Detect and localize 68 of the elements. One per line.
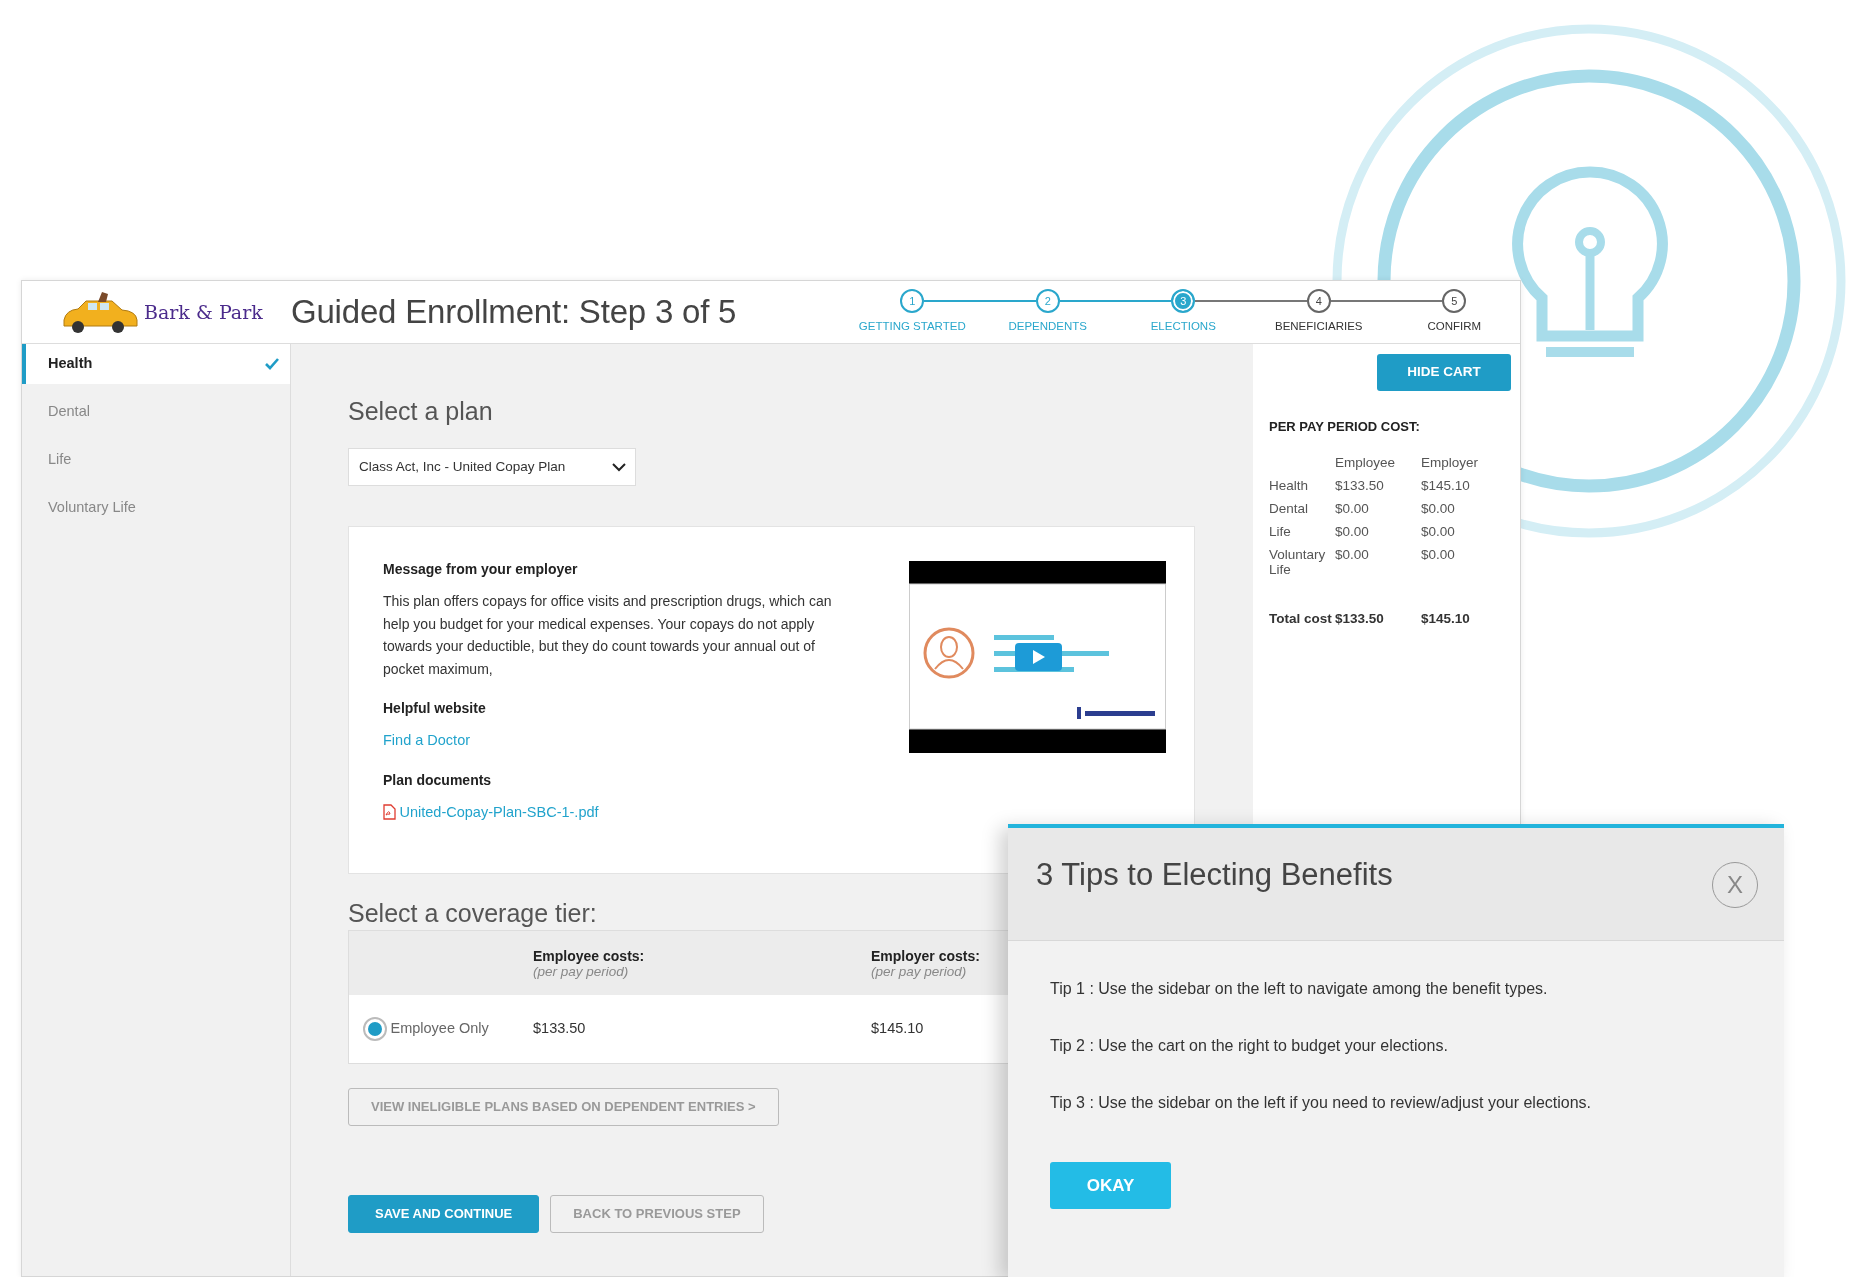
- section-heading: Select a plan: [348, 396, 494, 426]
- ineligible-plans-button[interactable]: VIEW INELIGIBLE PLANS BASED ON DEPENDENT ENTRIES >: [348, 1088, 779, 1126]
- brand-name: Bark & Park: [144, 299, 263, 325]
- cart-cell-text: $133.50: [1335, 477, 1385, 493]
- column-subtitle: (per pay period): [533, 963, 630, 979]
- radio-button[interactable]: [363, 1017, 387, 1041]
- okay-button[interactable]: OKAY: [1050, 1162, 1171, 1209]
- sidebar-item[interactable]: Life: [22, 439, 290, 480]
- table-cell: $133.50: [533, 1020, 586, 1037]
- cart-cell-text: $0.00: [1335, 523, 1370, 539]
- cart-row-label: Health: [1269, 477, 1310, 493]
- step-label[interactable]: ELECTIONS: [1150, 317, 1216, 336]
- cart-cell-text: $0.00: [1421, 546, 1456, 564]
- card-heading: Plan documents: [383, 770, 493, 790]
- back-button[interactable]: BACK TO PREVIOUS STEP: [550, 1195, 764, 1233]
- message-text: This plan offers copays for office visits and prescription drugs, which can help you budget for your medical expenses. Your copays do not apply towards your deductible, but they do count towards your annual out of pocket maximum,: [383, 592, 833, 679]
- tip-text: Tip 2 : Use the cart on the right to budget your elections.: [1050, 1036, 1449, 1056]
- tier-label: Employee Only: [390, 1019, 489, 1039]
- step-label[interactable]: CONFIRM: [1427, 317, 1482, 336]
- plan-dropdown[interactable]: Class Act, Inc - United Copay Plan: [348, 448, 636, 486]
- sidebar-item[interactable]: Dental: [22, 391, 290, 432]
- tip-text: Tip 1 : Use the sidebar on the left to navigate among the benefit types.: [1050, 979, 1549, 999]
- sidebar-item-label: Life: [48, 449, 72, 469]
- hide-cart-button[interactable]: HIDE CART: [1377, 354, 1511, 391]
- play-button[interactable]: [1015, 643, 1062, 671]
- step-number[interactable]: 5: [1442, 288, 1467, 313]
- pdf-file-icon: [383, 803, 396, 820]
- chevron-down-icon: [611, 461, 627, 473]
- step-label[interactable]: DEPENDENTS: [1008, 317, 1088, 336]
- step-number[interactable]: 2: [1035, 288, 1060, 313]
- page-title: Guided Enrollment: Step 3 of 5: [291, 292, 737, 332]
- step-number[interactable]: 1: [900, 288, 925, 313]
- step-label[interactable]: GETTING STARTED: [858, 317, 966, 336]
- section-heading: Select a coverage tier:: [348, 898, 598, 928]
- cart-row-label: Voluntary Life: [1269, 546, 1327, 577]
- step-label[interactable]: BENEFICIARIES: [1274, 317, 1363, 336]
- cart-cell-text: $0.00: [1421, 500, 1456, 516]
- cart-cell-text: $145.10: [1421, 610, 1471, 626]
- table-cell: $145.10: [871, 1020, 924, 1037]
- cart-cell-text: $133.50: [1335, 610, 1385, 626]
- cart-cell-text: $0.00: [1335, 546, 1370, 564]
- card-heading: Helpful website: [383, 699, 487, 718]
- cart-heading: PER PAY PERIOD COST:: [1269, 418, 1421, 436]
- sidebar-item-label: Voluntary Life: [48, 497, 136, 517]
- column-title: Employer costs:: [871, 947, 981, 964]
- sidebar-item[interactable]: Health: [22, 344, 290, 384]
- website-link[interactable]: Find a Doctor: [383, 732, 471, 748]
- sidebar-item-label: Health: [48, 354, 93, 374]
- column-subtitle: (per pay period): [871, 963, 968, 979]
- card-heading: Message from your employer: [383, 560, 579, 579]
- document-link[interactable]: United-Copay-Plan-SBC-1-.pdf: [399, 800, 599, 823]
- step-number[interactable]: 4: [1306, 288, 1331, 313]
- cart-cell-text: $0.00: [1335, 500, 1370, 516]
- dialog-title: 3 Tips to Electing Benefits: [1036, 856, 1393, 894]
- sidebar-item-label: Dental: [48, 401, 90, 421]
- cart-cell-text: $0.00: [1421, 523, 1456, 539]
- cart-row-label: Dental: [1269, 500, 1310, 516]
- column-header: Employer: [1421, 454, 1480, 470]
- cart-cell-text: $145.10: [1421, 477, 1471, 493]
- total-label: Total cost: [1269, 610, 1333, 626]
- save-button[interactable]: SAVE AND CONTINUE: [348, 1195, 540, 1233]
- play-icon: [1031, 649, 1046, 665]
- cart-row-label: Life: [1269, 523, 1292, 539]
- column-title: Employee costs:: [533, 947, 646, 964]
- sidebar-item[interactable]: Voluntary Life: [22, 487, 290, 528]
- tip-text: Tip 3 : Use the sidebar on the left if you need to review/adjust your elections.: [1050, 1093, 1593, 1113]
- column-header: Employee: [1335, 454, 1397, 470]
- step-number[interactable]: 3: [1171, 288, 1196, 313]
